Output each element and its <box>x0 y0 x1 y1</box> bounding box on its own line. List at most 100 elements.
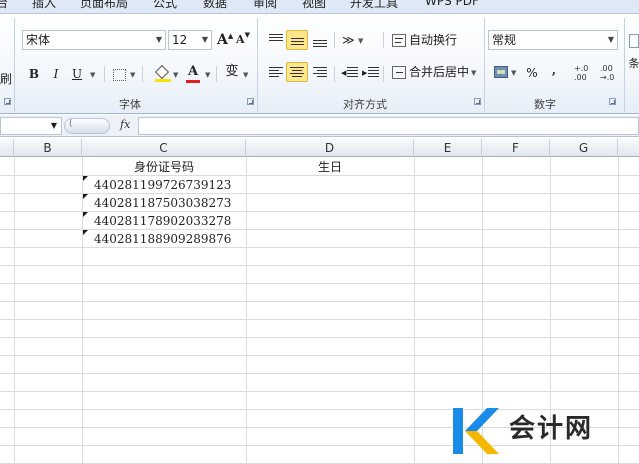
column-header-f[interactable]: F <box>482 139 550 157</box>
chevron-down-icon[interactable]: ▼ <box>511 69 516 77</box>
divider <box>334 32 335 48</box>
column-header-c[interactable]: C <box>82 139 246 157</box>
column-header-b[interactable]: B <box>14 139 82 157</box>
column-header-d[interactable]: D <box>246 139 414 157</box>
chevron-down-icon[interactable]: ▼ <box>90 71 95 79</box>
name-box[interactable]: ▼ <box>0 117 62 135</box>
cell-d-header[interactable]: 生日 <box>246 158 414 176</box>
chevron-down-icon[interactable]: ▼ <box>130 71 135 79</box>
tab-insert[interactable]: 插入 <box>32 0 56 11</box>
formula-input[interactable] <box>138 117 639 135</box>
watermark-logo: 会计网 <box>453 406 639 464</box>
increase-decimal-button[interactable]: +.0.00 <box>574 64 594 82</box>
align-bottom-icon[interactable] <box>309 30 331 50</box>
text-orientation-icon[interactable]: ≫ <box>342 33 355 47</box>
divider <box>216 66 217 82</box>
column-header-partial[interactable] <box>618 139 639 157</box>
gridline-horizontal <box>0 337 639 338</box>
fill-color-icon[interactable] <box>154 64 171 82</box>
decrease-decimal-button[interactable]: .00 →.0 <box>600 64 622 82</box>
gridline-horizontal <box>0 301 639 302</box>
alignment-group-label: 对齐方式 <box>343 98 387 111</box>
group-divider <box>257 18 258 112</box>
merge-center-icon[interactable] <box>392 66 406 79</box>
text-number-indicator-icon <box>83 176 88 181</box>
align-left-icon[interactable] <box>265 62 287 82</box>
merge-center-button[interactable]: 合并后居中 <box>409 62 469 82</box>
bold-button[interactable]: B <box>26 64 42 84</box>
gridline-vertical <box>14 157 15 464</box>
column-header-partial[interactable] <box>0 139 14 157</box>
gridline-horizontal <box>0 265 639 266</box>
cell-c-header[interactable]: 身份证号码 <box>82 158 246 176</box>
divider <box>383 32 384 48</box>
column-header-e[interactable]: E <box>414 139 482 157</box>
gridline-horizontal <box>0 319 639 320</box>
font-group-label: 字体 <box>119 98 141 111</box>
wrap-text-icon[interactable] <box>392 34 406 47</box>
chevron-down-icon[interactable]: ▼ <box>243 71 248 79</box>
chevron-down-icon[interactable]: ▼ <box>51 121 57 130</box>
id-cell[interactable]: 440281188909289876 <box>94 230 231 248</box>
align-center-icon[interactable] <box>286 62 308 82</box>
wrap-text-button[interactable]: 自动换行 <box>409 30 457 50</box>
chevron-down-icon[interactable]: ▼ <box>471 69 476 77</box>
id-cell[interactable]: 440281178902033278 <box>94 212 231 230</box>
conditional-format-icon[interactable] <box>629 34 639 48</box>
font-group-launcher-icon[interactable] <box>247 98 254 105</box>
chevron-down-icon: ▼ <box>201 35 208 44</box>
italic-button[interactable]: I <box>48 64 64 84</box>
grow-font-button[interactable]: A▲ <box>217 30 233 50</box>
font-name-select[interactable]: 宋体 ▼ <box>22 30 166 50</box>
text-number-indicator-icon <box>83 194 88 199</box>
number-group-label: 数字 <box>534 98 556 111</box>
font-color-button[interactable]: A <box>186 62 200 82</box>
comma-button[interactable]: , <box>549 60 559 80</box>
tab-partial[interactable]: 台 <box>0 0 8 11</box>
shrink-font-button[interactable]: A▼ <box>236 30 250 50</box>
divider <box>334 66 335 82</box>
styles-fragment[interactable]: 条 <box>627 54 639 74</box>
id-cell[interactable]: 440281199726739123 <box>94 176 231 194</box>
tab-formulas[interactable]: 公式 <box>153 0 177 11</box>
font-size-select[interactable]: 12 ▼ <box>168 30 212 50</box>
underline-button[interactable]: U <box>70 64 84 84</box>
gridline-horizontal <box>0 373 639 374</box>
chevron-down-icon[interactable]: ▼ <box>173 71 178 79</box>
alignment-group-launcher-icon[interactable] <box>474 98 481 105</box>
align-middle-icon[interactable] <box>286 30 308 50</box>
tab-view[interactable]: 视图 <box>302 0 326 11</box>
number-format-select[interactable]: 常规 ▼ <box>488 30 618 50</box>
group-divider <box>484 18 485 112</box>
column-header-row: B C D E F G <box>0 139 639 157</box>
currency-icon[interactable] <box>494 66 508 78</box>
ribbon-tab-bar: 台 插入 页面布局 公式 数据 审阅 视图 开发工具 WPS PDF <box>0 0 639 14</box>
chevron-down-icon[interactable]: ▼ <box>205 71 210 79</box>
tab-review[interactable]: 审阅 <box>253 0 277 11</box>
font-color-swatch <box>186 80 200 83</box>
insert-function-icon[interactable]: fx <box>120 118 130 131</box>
chevron-down-icon[interactable]: ▼ <box>358 37 363 45</box>
divider <box>142 66 143 82</box>
formula-bar-resizer[interactable]: ( <box>64 118 110 134</box>
borders-icon[interactable] <box>113 69 126 81</box>
gridline-vertical <box>246 157 247 464</box>
clipboard-launcher-icon[interactable] <box>4 98 11 105</box>
number-group-launcher-icon[interactable] <box>609 98 616 105</box>
percent-button[interactable]: % <box>524 63 540 83</box>
tab-wps-pdf[interactable]: WPS PDF <box>425 0 479 8</box>
formula-bar: ▼ ( fx <box>0 115 639 137</box>
increase-indent-icon[interactable]: ▶ <box>361 62 383 82</box>
tab-page-layout[interactable]: 页面布局 <box>80 0 128 11</box>
group-divider <box>14 18 15 112</box>
chevron-down-icon: ▼ <box>155 35 162 44</box>
align-right-icon[interactable] <box>309 62 331 82</box>
tab-data[interactable]: 数据 <box>203 0 227 11</box>
align-top-icon[interactable] <box>265 30 287 50</box>
format-painter-button[interactable]: 刷 <box>0 69 12 89</box>
tab-developer[interactable]: 开发工具 <box>350 0 398 11</box>
column-header-g[interactable]: G <box>550 139 618 157</box>
id-cell[interactable]: 440281187503038273 <box>94 194 231 212</box>
phonetic-button[interactable]: 变 <box>224 62 240 82</box>
decrease-indent-icon[interactable]: ◀ <box>340 62 362 82</box>
